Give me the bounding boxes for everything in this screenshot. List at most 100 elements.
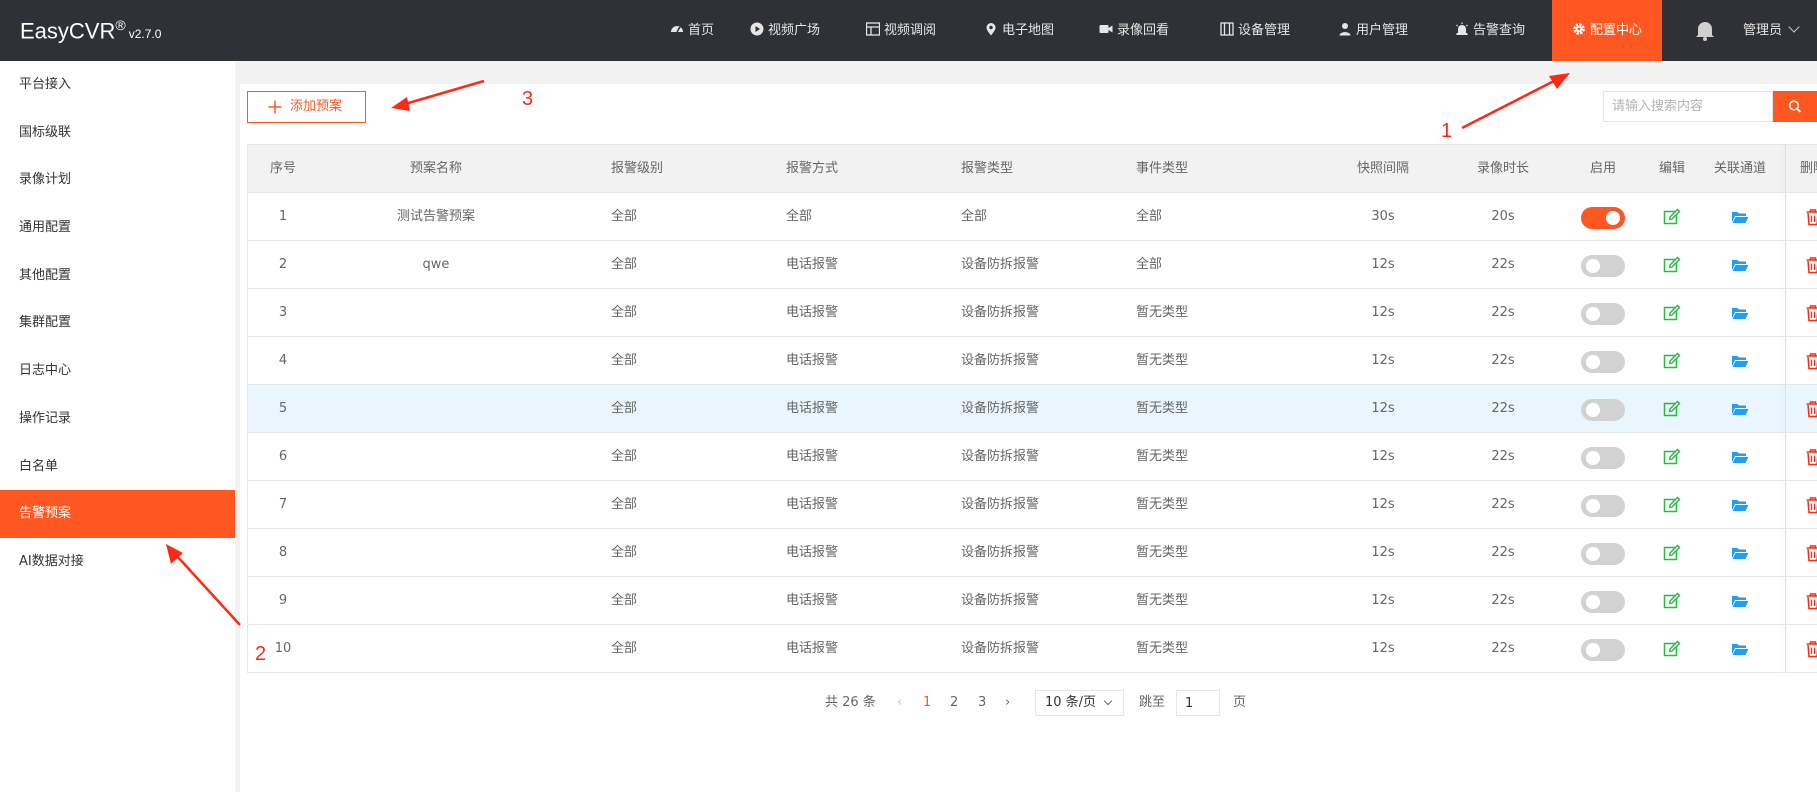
bell-icon[interactable] [1695, 19, 1715, 41]
app-logo[interactable]: EasyCVR®v2.7.0 [20, 17, 161, 44]
alarm-icon [1456, 22, 1468, 35]
sidebar-item-gb-cascade[interactable]: 国标级联 [0, 109, 235, 157]
sidebar-item-general-config[interactable]: 通用配置 [0, 204, 235, 252]
folder-open-icon[interactable] [1731, 640, 1749, 658]
edit-icon[interactable] [1663, 448, 1681, 466]
goto-label: 跳至 [1139, 695, 1166, 710]
sidebar-item-whitelist[interactable]: 白名单 [0, 443, 235, 491]
folder-open-icon[interactable] [1731, 304, 1749, 322]
nav-label: 电子地图 [1002, 23, 1055, 38]
table-row[interactable]: 8 全部 电话报警 设备防拆报警 暂无类型 12s 22s [248, 529, 1817, 577]
nav-item-config-center[interactable]: 配置中心 [1552, 0, 1663, 61]
folder-open-icon[interactable] [1731, 496, 1749, 514]
nav-item-playback[interactable]: 录像回看 [1099, 0, 1169, 61]
trash-icon[interactable] [1804, 208, 1817, 226]
edit-icon[interactable] [1663, 352, 1681, 370]
alarm-plan-table: 序号 预案名称 报警级别 报警方式 报警类型 事件类型 快照间隔 录像时长 启用… [247, 144, 1817, 673]
toggle-knob [1586, 403, 1600, 417]
cell-plan-name [318, 337, 554, 384]
folder-open-icon[interactable] [1731, 352, 1749, 370]
table-row[interactable]: 1 测试告警预案 全部 全部 全部 全部 30s 20s [248, 193, 1817, 241]
table-row[interactable]: 10 全部 电话报警 设备防拆报警 暂无类型 12s 22s [248, 625, 1817, 673]
nav-item-device-mgmt[interactable]: 设备管理 [1220, 0, 1290, 61]
goto-page-input[interactable] [1176, 690, 1220, 716]
sidebar-item-other-config[interactable]: 其他配置 [0, 252, 235, 300]
toggle-knob [1586, 643, 1600, 657]
enable-toggle[interactable] [1581, 543, 1625, 565]
folder-open-icon[interactable] [1731, 544, 1749, 562]
page-size-value: 10 条/页 [1045, 695, 1097, 710]
cell-no: 2 [278, 257, 288, 272]
edit-icon[interactable] [1663, 592, 1681, 610]
sidebar-item-cluster-config[interactable]: 集群配置 [0, 299, 235, 347]
cell-plan-name [318, 625, 554, 672]
app-name: EasyCVR [20, 18, 116, 44]
table-row[interactable]: 3 全部 电话报警 设备防拆报警 暂无类型 12s 22s [248, 289, 1817, 337]
add-plan-button[interactable]: 添加预案 [247, 91, 366, 123]
edit-icon[interactable] [1663, 496, 1681, 514]
cell-alarm-level: 全部 [611, 401, 638, 416]
folder-open-icon[interactable] [1731, 400, 1749, 418]
edit-icon[interactable] [1663, 256, 1681, 274]
trash-icon[interactable] [1804, 352, 1817, 370]
search-button[interactable] [1773, 91, 1817, 122]
page-size-select[interactable]: 10 条/页 [1035, 690, 1124, 716]
sidebar-item-operation-log[interactable]: 操作记录 [0, 395, 235, 443]
trash-icon[interactable] [1804, 640, 1817, 658]
nav-item-user-mgmt[interactable]: 用户管理 [1338, 0, 1408, 61]
edit-icon[interactable] [1663, 544, 1681, 562]
nav-item-video-view[interactable]: 视频调阅 [866, 0, 936, 61]
prev-page-icon[interactable]: ‹ [897, 690, 902, 716]
trash-icon[interactable] [1804, 448, 1817, 466]
folder-open-icon[interactable] [1731, 256, 1749, 274]
nav-item-home[interactable]: 首页 [670, 0, 714, 61]
table-row[interactable]: 6 全部 电话报警 设备防拆报警 暂无类型 12s 22s [248, 433, 1817, 481]
nav-item-alarm-query[interactable]: 告警查询 [1455, 0, 1525, 61]
trash-icon[interactable] [1804, 304, 1817, 322]
user-menu[interactable]: 管理员 [1743, 0, 1800, 61]
cell-plan-name: qwe [422, 257, 450, 272]
folder-open-icon[interactable] [1731, 592, 1749, 610]
page-link[interactable]: 3 [978, 690, 986, 716]
table-row[interactable]: 2 qwe 全部 电话报警 设备防拆报警 全部 12s 22s [248, 241, 1817, 289]
enable-toggle[interactable] [1581, 639, 1625, 661]
sidebar-item-platform-access[interactable]: 平台接入 [0, 61, 235, 109]
nav-item-video-square[interactable]: 视频广场 [750, 0, 820, 61]
enable-toggle[interactable] [1581, 447, 1625, 469]
sidebar-item-alarm-plan[interactable]: 告警预案 [0, 490, 235, 538]
enable-toggle[interactable] [1581, 351, 1625, 373]
enable-toggle[interactable] [1581, 591, 1625, 613]
next-page-icon[interactable]: › [1005, 690, 1010, 716]
table-row[interactable]: 7 全部 电话报警 设备防拆报警 暂无类型 12s 22s [248, 481, 1817, 529]
trash-icon[interactable] [1804, 592, 1817, 610]
page-link[interactable]: 2 [950, 690, 958, 716]
edit-icon[interactable] [1663, 400, 1681, 418]
enable-toggle[interactable] [1581, 255, 1625, 277]
search-input[interactable] [1603, 91, 1773, 122]
trash-icon[interactable] [1804, 496, 1817, 514]
sidebar-item-ai-data[interactable]: AI数据对接 [0, 538, 235, 586]
edit-icon[interactable] [1663, 208, 1681, 226]
trash-icon[interactable] [1804, 256, 1817, 274]
edit-icon[interactable] [1663, 304, 1681, 322]
cell-alarm-type: 设备防拆报警 [961, 449, 1040, 464]
nav-item-map[interactable]: 电子地图 [984, 0, 1054, 61]
enable-toggle[interactable] [1581, 303, 1625, 325]
page-link[interactable]: 1 [923, 690, 931, 716]
edit-icon[interactable] [1663, 640, 1681, 658]
table-row[interactable]: 9 全部 电话报警 设备防拆报警 暂无类型 12s 22s [248, 577, 1817, 625]
table-row[interactable]: 5 全部 电话报警 设备防拆报警 暂无类型 12s 22s [248, 385, 1817, 433]
sidebar-item-record-plan[interactable]: 录像计划 [0, 156, 235, 204]
sidebar-item-log-center[interactable]: 日志中心 [0, 347, 235, 395]
trash-icon[interactable] [1804, 400, 1817, 418]
cell-record-duration: 22s [1491, 257, 1515, 272]
enable-toggle[interactable] [1581, 207, 1625, 229]
folder-open-icon[interactable] [1731, 448, 1749, 466]
enable-toggle[interactable] [1581, 495, 1625, 517]
enable-toggle[interactable] [1581, 399, 1625, 421]
cell-alarm-type: 设备防拆报警 [961, 353, 1040, 368]
folder-open-icon[interactable] [1731, 208, 1749, 226]
table-row[interactable]: 4 全部 电话报警 设备防拆报警 暂无类型 12s 22s [248, 337, 1817, 385]
cell-event-type: 暂无类型 [1136, 353, 1189, 368]
trash-icon[interactable] [1804, 544, 1817, 562]
